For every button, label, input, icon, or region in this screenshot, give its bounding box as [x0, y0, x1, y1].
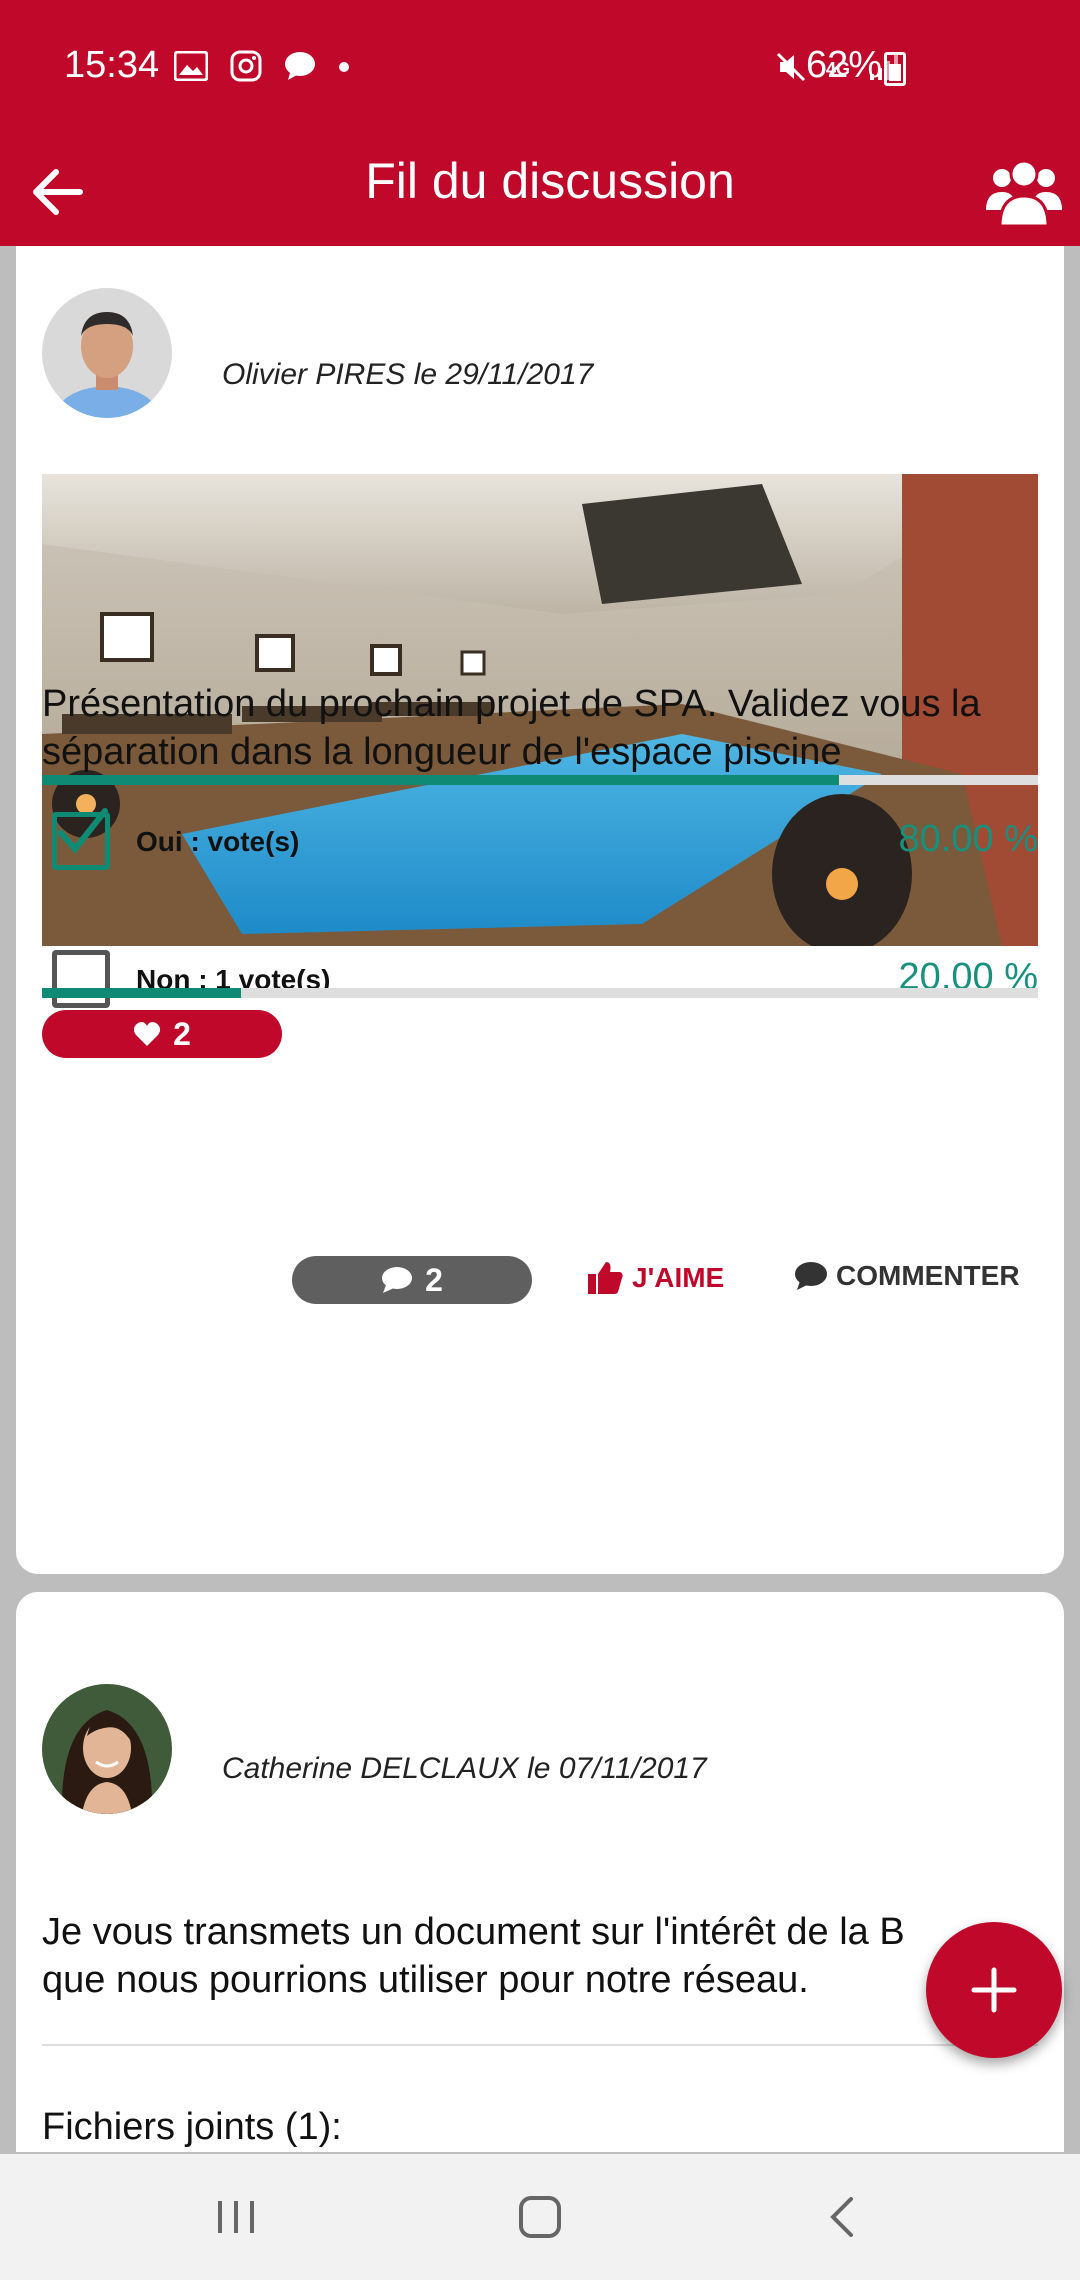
poll-option-percent: 80.00 % — [898, 818, 1038, 860]
divider — [42, 2044, 1038, 2046]
poll-progress-bar — [42, 775, 1038, 785]
page-title: Fil du discussion — [365, 153, 735, 209]
plus-icon — [971, 1967, 1017, 2013]
avatar[interactable] — [42, 1684, 172, 1814]
chevron-left-icon — [830, 2197, 853, 2237]
home-icon — [519, 2196, 561, 2238]
notification-icons — [173, 50, 350, 87]
poll-progress-fill — [42, 775, 839, 785]
like-button[interactable]: J'AIME — [586, 1260, 724, 1296]
post-card: Olivier PIRES le 29/11/2017 Présentation… — [16, 246, 1064, 1574]
heart-icon — [134, 1022, 161, 1046]
comment-icon — [382, 1267, 413, 1293]
system-nav-bar — [0, 2154, 1080, 2280]
checkbox-unchecked[interactable] — [52, 950, 110, 1008]
likes-count-badge[interactable]: 2 — [42, 1010, 282, 1058]
recent-apps-icon — [218, 2201, 254, 2233]
comment-icon — [795, 1262, 827, 1290]
status-time: 15:34 — [64, 44, 160, 86]
post-card: Catherine DELCLAUX le 07/11/2017 Je vous… — [16, 1592, 1064, 2152]
comment-label: COMMENTER — [836, 1260, 1020, 1291]
post-author: Catherine DELCLAUX le 07/11/2017 — [222, 1752, 707, 1785]
group-icon — [986, 159, 1062, 228]
attachments-label: Fichiers joints (1): — [42, 2106, 342, 2148]
like-label: J'AIME — [632, 1262, 725, 1293]
gallery-icon — [173, 50, 209, 86]
dot-icon — [338, 60, 350, 78]
battery-icon — [884, 52, 906, 86]
post-author: Olivier PIRES le 29/11/2017 — [222, 358, 594, 391]
mute-icon — [774, 50, 808, 89]
comments-count-badge[interactable]: 2 — [292, 1256, 532, 1304]
thumbs-up-icon — [588, 1262, 623, 1294]
home-button[interactable] — [500, 2184, 580, 2250]
likes-count: 2 — [173, 1015, 191, 1052]
app-bar: Fil du discussion — [0, 138, 1080, 246]
status-bar: 15:34 4G 62% — [0, 0, 1080, 138]
battery-level: 62% — [806, 44, 883, 86]
avatar[interactable] — [42, 288, 172, 418]
recent-apps-button[interactable] — [196, 2184, 276, 2250]
back-nav-button[interactable] — [802, 2184, 882, 2250]
poll-progress-fill — [42, 988, 242, 998]
post-text: Je vous transmets un document sur l'inté… — [42, 1911, 905, 2001]
comment-button[interactable]: COMMENTER — [794, 1260, 1020, 1292]
poll-option-yes[interactable]: Oui : vote(s) 80.00 % — [42, 808, 1038, 882]
comments-count: 2 — [425, 1261, 443, 1298]
add-post-button[interactable] — [926, 1922, 1062, 2058]
poll-option-label: Oui : vote(s) — [136, 826, 300, 857]
post-text: Présentation du prochain projet de SPA. … — [42, 683, 981, 773]
message-icon — [284, 51, 316, 86]
group-button[interactable] — [982, 148, 1066, 232]
checkbox-checked[interactable] — [52, 808, 110, 870]
poll-progress-bar — [42, 988, 1038, 998]
instagram-icon — [230, 50, 262, 87]
